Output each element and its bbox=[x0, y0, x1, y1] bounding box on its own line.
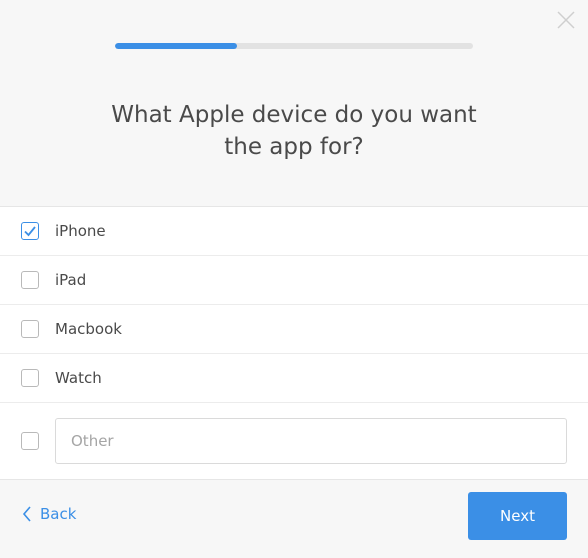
question-line-1: What Apple device do you want bbox=[111, 102, 477, 128]
option-iphone[interactable]: iPhone bbox=[0, 207, 588, 256]
progress-fill bbox=[115, 43, 237, 49]
other-checkbox[interactable] bbox=[21, 432, 39, 450]
watch-checkbox[interactable] bbox=[21, 369, 39, 387]
device-options-list: iPhone iPad Macbook Watch bbox=[0, 206, 588, 480]
other-input[interactable] bbox=[55, 418, 567, 464]
back-label: Back bbox=[40, 505, 77, 523]
close-icon bbox=[557, 11, 575, 29]
option-label: iPhone bbox=[55, 222, 106, 240]
option-label: Macbook bbox=[55, 320, 122, 338]
chevron-left-icon bbox=[22, 506, 31, 522]
checkmark-icon bbox=[24, 226, 36, 237]
option-label: Watch bbox=[55, 369, 102, 387]
progress-bar bbox=[115, 43, 473, 49]
ipad-checkbox[interactable] bbox=[21, 271, 39, 289]
option-macbook[interactable]: Macbook bbox=[0, 305, 588, 354]
option-ipad[interactable]: iPad bbox=[0, 256, 588, 305]
option-watch[interactable]: Watch bbox=[0, 354, 588, 403]
iphone-checkbox[interactable] bbox=[21, 222, 39, 240]
next-button[interactable]: Next bbox=[468, 492, 567, 540]
back-button[interactable]: Back bbox=[22, 505, 76, 523]
option-label: iPad bbox=[55, 271, 87, 289]
close-button[interactable] bbox=[556, 10, 576, 30]
macbook-checkbox[interactable] bbox=[21, 320, 39, 338]
page-title: What Apple device do you want the app fo… bbox=[0, 99, 588, 163]
question-line-2: the app for? bbox=[224, 134, 364, 160]
option-other bbox=[0, 403, 588, 479]
